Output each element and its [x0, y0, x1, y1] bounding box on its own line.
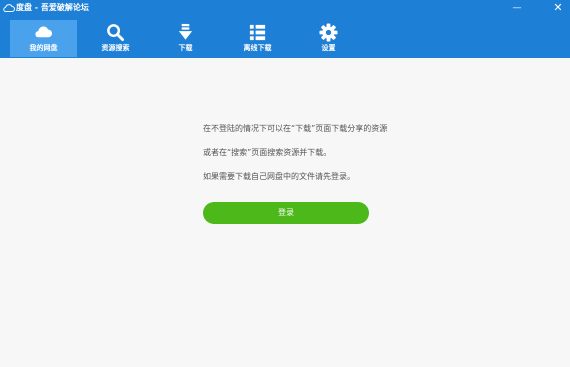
download-icon	[178, 23, 193, 40]
info-text-line-1: 在不登陆的情况下可以在“下载”页面下载分享的资源	[203, 124, 388, 133]
tab-offline-download[interactable]: 离线下载	[224, 20, 291, 57]
login-button[interactable]: 登录	[203, 202, 369, 224]
tab-download[interactable]: 下载	[152, 20, 219, 57]
title-bar[interactable]: 度盘 - 吾爱破解论坛 — ✕	[0, 0, 570, 17]
tab-settings[interactable]: 设置	[295, 20, 362, 57]
header-bar: 度盘 - 吾爱破解论坛 — ✕ 我的网盘 资源搜索 下载 离线下载 设置	[0, 0, 570, 58]
tab-resource-search[interactable]: 资源搜索	[82, 20, 149, 57]
info-text-line-3: 如果需要下载自己网盘中的文件请先登录。	[203, 172, 355, 181]
window-title: 度盘 - 吾爱破解论坛	[16, 3, 89, 12]
tab-label: 设置	[321, 44, 336, 52]
tab-label: 下载	[178, 44, 193, 52]
minimize-button[interactable]: —	[509, 1, 525, 15]
tab-label: 资源搜索	[101, 44, 130, 52]
tab-label: 离线下载	[243, 44, 272, 52]
cloud-icon	[35, 26, 53, 38]
cloud-logo-icon	[3, 4, 15, 12]
gear-icon	[319, 23, 338, 42]
search-icon	[107, 24, 125, 42]
list-icon	[249, 24, 266, 41]
close-button[interactable]: ✕	[550, 1, 566, 15]
tab-label: 我的网盘	[29, 44, 58, 52]
info-text-line-2: 或者在“搜索”页面搜索资源并下载。	[203, 148, 332, 157]
tab-my-disk[interactable]: 我的网盘	[10, 20, 77, 57]
main-content: 在不登陆的情况下可以在“下载”页面下载分享的资源 或者在“搜索”页面搜索资源并下…	[0, 58, 570, 367]
